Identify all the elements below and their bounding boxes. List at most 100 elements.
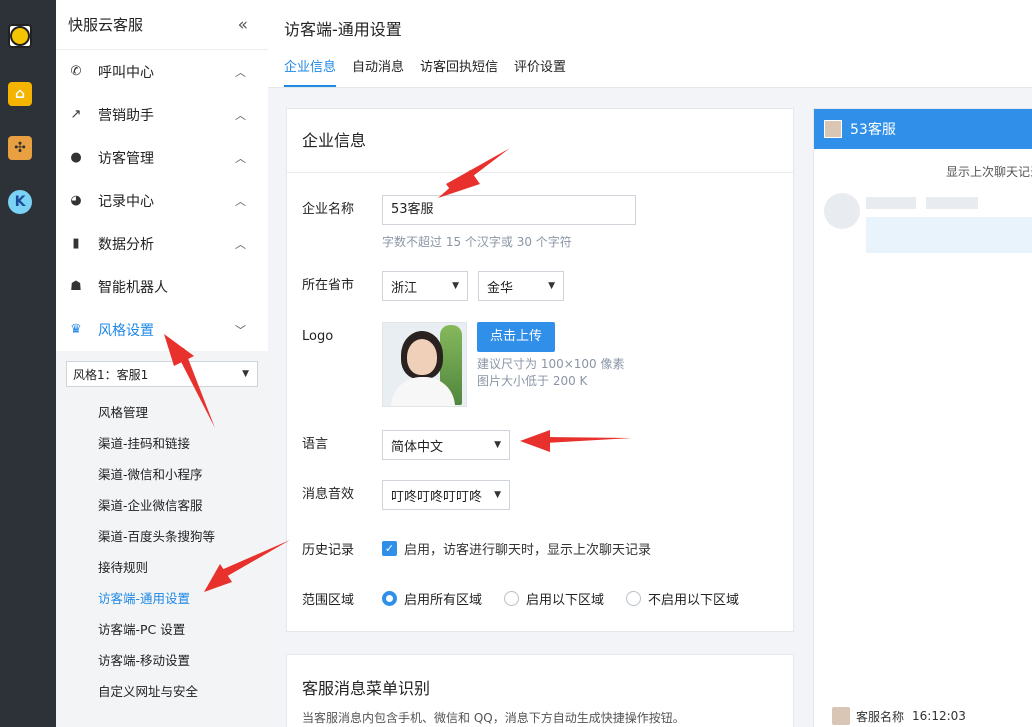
region-option-include[interactable]: 启用以下区域 [504,589,604,608]
placeholder-avatar [824,193,860,229]
tab-company-info[interactable]: 企业信息 [284,56,337,87]
region-option-label: 不启用以下区域 [648,593,740,608]
sidebar-item-marketing[interactable]: ↗ 营销助手 ︿ [56,93,268,136]
subitem-channel-wechat[interactable]: 渠道-微信和小程序 [56,459,268,490]
sidebar-item-style-settings[interactable]: ♛ 风格设置 ﹀ [56,308,268,351]
sidebar-item-label: 风格设置 [98,322,154,339]
company-name-input[interactable]: 53客服 [382,195,636,225]
style-select[interactable]: 风格1：客服1 ▼ [66,361,258,387]
city-select[interactable]: 金华 ▼ [478,271,564,301]
language-select[interactable]: 简体中文 ▼ [382,430,510,460]
preview-last-chat: 显示上次聊天记录 [945,165,1032,179]
collapse-sidebar-icon[interactable]: « [238,15,249,35]
subitem-channel-baidu[interactable]: 渠道-百度头条搜狗等 [56,521,268,552]
sidebar-item-analytics[interactable]: ▮ 数据分析 ︿ [56,222,268,265]
page-title: 访客端-通用设置 [284,20,402,39]
logo-hint-size: 建议尺寸为 100×100 像素 [477,357,625,371]
user-icon: ● [70,150,82,165]
upload-button[interactable]: 点击上传 [477,322,556,352]
footer-time: 16:12:03 [912,709,966,723]
history-checkbox[interactable]: ✓ [382,541,397,556]
subitem-visitor-mobile[interactable]: 访客端-移动设置 [56,645,268,676]
tools-icon[interactable]: ✣ [8,136,32,160]
clock-icon: ◕ [70,193,82,208]
preview-company-name: 53客服 [850,122,896,138]
province-select[interactable]: 浙江 ▼ [382,271,468,301]
chevron-down-icon: ﹀ [235,323,246,337]
region-option-label: 启用所有区域 [404,593,483,608]
subitem-style-manage[interactable]: 风格管理 [56,397,268,428]
logo-hint-filesize: 图片大小低于 200 K [477,374,588,388]
region-label: 范围区域 [302,593,355,608]
trend-icon: ↗ [70,107,82,122]
caret-down-icon: ▼ [242,369,249,379]
caret-down-icon: ▼ [452,281,459,291]
sidebar-item-robot[interactable]: ☗ 智能机器人 [56,265,268,308]
subitem-custom-url[interactable]: 自定义网址与安全 [56,676,268,707]
company-info-card: 企业信息 企业名称 53客服 字数不超过 15 个汉字或 30 个字符 所在省市… [286,108,794,632]
chevron-up-icon: ︿ [235,151,246,165]
style-select-value: 风格1：客服1 [73,367,149,382]
sound-value: 叮咚叮咚叮叮咚 [391,489,483,505]
logo-row: Logo 点击上传 建议尺寸为 100×100 像素 图片大小低于 200 K [302,322,625,407]
region-option-exclude[interactable]: 不启用以下区域 [626,589,739,608]
bar-chart-icon: ▮ [72,236,80,251]
subitem-reception-rules[interactable]: 接待规则 [56,552,268,583]
sidebar-item-label: 记录中心 [98,193,154,210]
tab-visitor-sms[interactable]: 访客回执短信 [420,56,498,87]
subitem-visitor-pc[interactable]: 访客端-PC 设置 [56,614,268,645]
placeholder-line [866,197,916,209]
style-settings-submenu: 风格1：客服1 ▼ 风格管理 渠道-挂码和链接 渠道-微信和小程序 渠道-企业微… [56,351,268,727]
brand-title: 快服云客服 [68,16,144,34]
sidebar-item-call-center[interactable]: ✆ 呼叫中心 ︿ [56,50,268,93]
company-name-row: 企业名称 53客服 字数不超过 15 个汉字或 30 个字符 [302,195,636,250]
card2-desc: 当客服消息内包含手机、微信和 QQ，消息下方自动生成快捷操作按钮。 [302,711,685,725]
radio-icon [504,591,520,606]
subitem-visitor-general[interactable]: 访客端-通用设置 [56,583,268,614]
page-header: 访客端-通用设置 企业信息 自动消息 访客回执短信 评价设置 [268,0,1032,88]
preview-header: 53客服 [814,109,1032,149]
logo-icon[interactable] [8,24,32,48]
preview-footer: 客服名称 16:12:03 [832,707,966,725]
sidebar-item-label: 数据分析 [98,236,154,253]
language-row: 语言 简体中文 ▼ [302,430,510,460]
sidebar-item-records[interactable]: ◕ 记录中心 ︿ [56,179,268,222]
placeholder-line [926,197,978,209]
subitem-channel-code[interactable]: 渠道-挂码和链接 [56,428,268,459]
tab-auto-message[interactable]: 自动消息 [352,56,404,87]
language-label: 语言 [302,437,329,452]
province-value: 浙江 [391,280,418,296]
history-text: 启用，访客进行聊天时，显示上次聊天记录 [404,543,652,558]
chevron-up-icon: ︿ [235,108,246,122]
language-value: 简体中文 [391,439,444,455]
robot-icon: ☗ [70,279,82,294]
province-row: 所在省市 浙江 ▼ 金华 ▼ [302,271,564,301]
subitem-channel-wecom[interactable]: 渠道-企业微信客服 [56,490,268,521]
sidebar-item-visitors[interactable]: ● 访客管理 ︿ [56,136,268,179]
history-row: 历史记录 ✓ 启用，访客进行聊天时，显示上次聊天记录 [302,539,651,558]
caret-down-icon: ▼ [548,281,555,291]
logo-image [382,322,467,407]
main-content: 访客端-通用设置 企业信息 自动消息 访客回执短信 评价设置 企业信息 企业名称… [268,0,1032,727]
sidebar-item-label: 呼叫中心 [98,64,154,81]
logo-label: Logo [302,329,334,344]
app-icon-rail: ⌂ ✣ K [0,0,56,727]
chevron-up-icon: ︿ [235,65,246,79]
sound-label: 消息音效 [302,487,355,502]
message-menu-card: 客服消息菜单识别 当客服消息内包含手机、微信和 QQ，消息下方自动生成快捷操作按… [286,654,794,727]
sidebar: 快服云客服 « ✆ 呼叫中心 ︿ ↗ 营销助手 ︿ ● 访客管理 ︿ ◕ 记录中… [56,0,268,727]
card-title: 企业信息 [287,109,793,173]
region-row: 范围区域 启用所有区域 启用以下区域 不启用以下区域 [302,589,761,608]
sidebar-item-label: 访客管理 [98,150,154,167]
avatar [832,707,850,725]
k-icon[interactable]: K [8,190,32,214]
region-option-all[interactable]: 启用所有区域 [382,589,482,608]
chevron-up-icon: ︿ [235,237,246,251]
shirt-icon: ♛ [70,322,82,337]
region-option-label: 启用以下区域 [526,593,605,608]
sound-select[interactable]: 叮咚叮咚叮叮咚 ▼ [382,480,510,510]
tab-rating[interactable]: 评价设置 [514,56,566,87]
company-name-hint: 字数不超过 15 个汉字或 30 个字符 [382,235,572,249]
sound-row: 消息音效 叮咚叮咚叮叮咚 ▼ [302,480,510,510]
home-icon[interactable]: ⌂ [8,82,32,106]
